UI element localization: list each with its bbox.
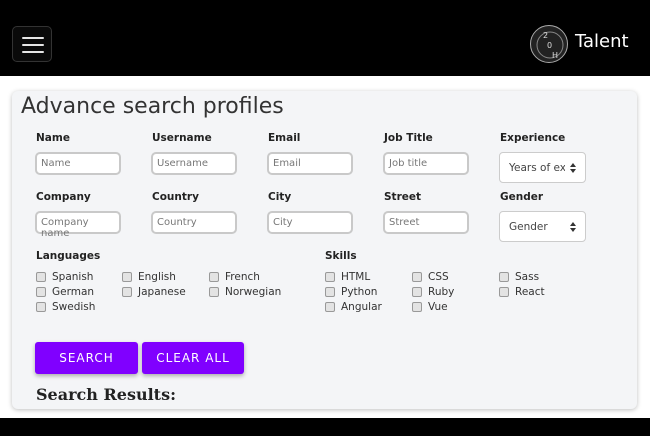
checkbox-label: Swedish (52, 301, 96, 313)
svg-text:2: 2 (543, 31, 548, 40)
username-input[interactable]: Username (151, 152, 237, 175)
svg-text:H: H (552, 51, 558, 60)
gender-selected-value: Gender (509, 221, 548, 233)
username-label: Username (152, 132, 212, 144)
checkbox[interactable] (122, 272, 132, 282)
checkbox-label: English (138, 271, 176, 283)
checkbox[interactable] (325, 287, 335, 297)
job-title-label: Job Title (384, 132, 433, 144)
checkbox[interactable] (412, 287, 422, 297)
search-button[interactable]: SEARCH (35, 342, 138, 374)
language-checkbox-swedish[interactable]: Swedish (36, 301, 95, 313)
language-checkbox-spanish[interactable]: Spanish (36, 271, 93, 283)
brand-name[interactable]: Talent (575, 31, 629, 52)
skill-checkbox-ruby[interactable]: Ruby (412, 286, 454, 298)
navbar: 2 0 H Talent (0, 0, 650, 76)
checkbox[interactable] (412, 272, 422, 282)
city-input[interactable]: City (267, 211, 353, 234)
checkbox-label: German (52, 286, 95, 298)
language-checkbox-japanese[interactable]: Japanese (122, 286, 186, 298)
company-label: Company (36, 191, 91, 203)
page-content: Advance search profiles Name Name Userna… (0, 76, 650, 418)
country-input[interactable]: Country (151, 211, 237, 234)
city-label: City (268, 191, 292, 203)
checkbox-label: Python (341, 286, 378, 298)
street-input[interactable]: Street (383, 211, 469, 234)
name-label: Name (36, 132, 70, 144)
language-checkbox-english[interactable]: English (122, 271, 176, 283)
gender-select[interactable]: Gender (499, 211, 586, 242)
search-card: Advance search profiles Name Name Userna… (12, 91, 637, 409)
menu-bar-icon (22, 44, 44, 46)
skill-checkbox-angular[interactable]: Angular (325, 301, 382, 313)
experience-select[interactable]: Years of ex (499, 152, 586, 183)
checkbox-label: Ruby (428, 286, 455, 298)
skill-checkbox-css[interactable]: CSS (412, 271, 449, 283)
skill-checkbox-react[interactable]: React (499, 286, 545, 298)
checkbox[interactable] (325, 272, 335, 282)
experience-selected-value: Years of ex (509, 162, 565, 174)
languages-label: Languages (36, 250, 101, 262)
checkbox[interactable] (209, 272, 219, 282)
checkbox[interactable] (122, 287, 132, 297)
country-label: Country (152, 191, 199, 203)
checkbox[interactable] (36, 302, 46, 312)
checkbox[interactable] (412, 302, 422, 312)
company-input[interactable]: Company name (35, 211, 121, 239)
email-label: Email (268, 132, 301, 144)
checkbox[interactable] (209, 287, 219, 297)
checkbox[interactable] (499, 287, 509, 297)
skill-checkbox-html[interactable]: HTML (325, 271, 370, 283)
checkbox[interactable] (36, 272, 46, 282)
checkbox-label: HTML (341, 271, 371, 283)
job-title-input[interactable]: Job title (383, 152, 469, 175)
skill-checkbox-sass[interactable]: Sass (499, 271, 539, 283)
checkbox-label: React (515, 286, 545, 298)
skill-checkbox-vue[interactable]: Vue (412, 301, 448, 313)
checkbox-label: Norwegian (225, 286, 282, 298)
checkbox-label: CSS (428, 271, 449, 283)
checkbox[interactable] (36, 287, 46, 297)
checkbox-label: French (225, 271, 260, 283)
clear-all-button[interactable]: CLEAR ALL (142, 342, 244, 374)
skill-checkbox-python[interactable]: Python (325, 286, 377, 298)
svg-text:0: 0 (547, 41, 552, 50)
experience-label: Experience (500, 132, 566, 144)
name-input[interactable]: Name (35, 152, 121, 175)
language-checkbox-norwegian[interactable]: Norwegian (209, 286, 281, 298)
street-label: Street (384, 191, 422, 203)
page-title: Advance search profiles (21, 94, 284, 119)
menu-bar-icon (22, 51, 44, 53)
hamburger-menu-button[interactable] (12, 26, 52, 62)
checkbox-label: Spanish (52, 271, 94, 283)
skills-label: Skills (325, 250, 357, 262)
language-checkbox-german[interactable]: German (36, 286, 94, 298)
checkbox-label: Japanese (138, 286, 186, 298)
checkbox[interactable] (499, 272, 509, 282)
logo-icon[interactable]: 2 0 H (530, 25, 568, 63)
select-arrows-icon (570, 163, 576, 173)
email-input[interactable]: Email (267, 152, 353, 175)
checkbox-label: Sass (515, 271, 540, 283)
select-arrows-icon (570, 222, 576, 232)
checkbox-label: Vue (428, 301, 448, 313)
language-checkbox-french[interactable]: French (209, 271, 260, 283)
menu-bar-icon (22, 37, 44, 39)
checkbox-label: Angular (341, 301, 382, 313)
checkbox[interactable] (325, 302, 335, 312)
gender-label: Gender (500, 191, 544, 203)
search-results-heading: Search Results: (36, 385, 176, 404)
